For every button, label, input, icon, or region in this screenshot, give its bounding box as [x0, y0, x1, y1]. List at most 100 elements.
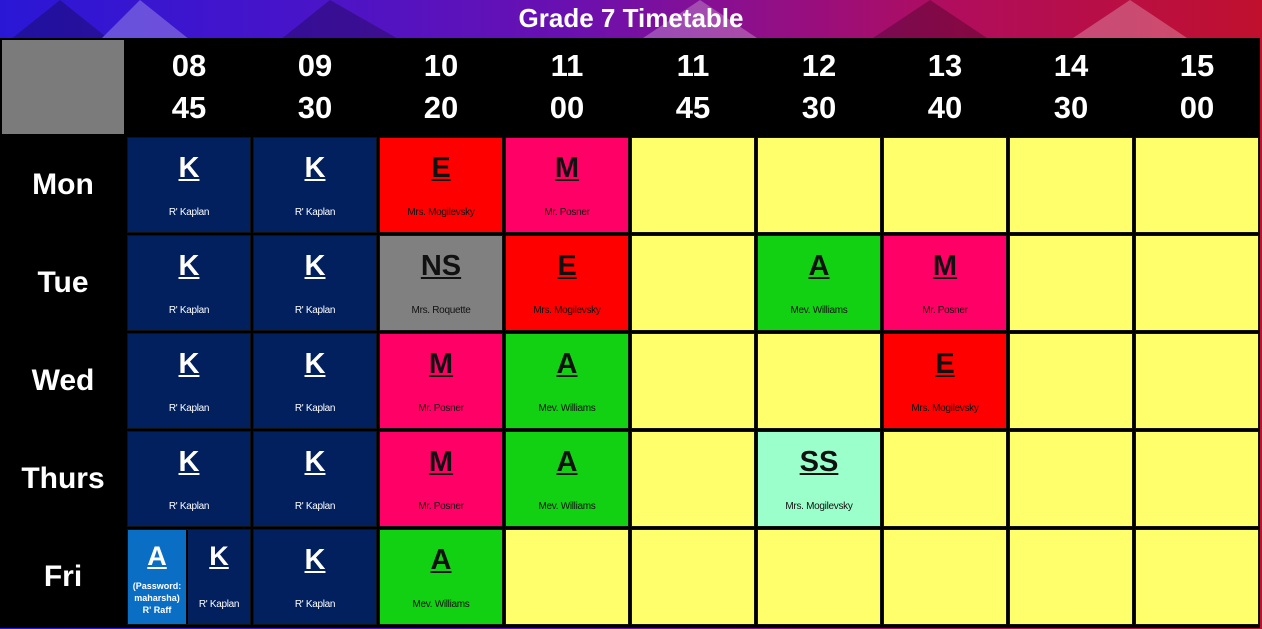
teacher-name: Mr. Posner — [544, 207, 590, 218]
split-lesson-cell[interactable]: A (Password: maharsha) R' Raff K R' Kaplan — [127, 529, 251, 625]
time-hour: 12 — [801, 48, 837, 83]
teacher-name: R' Kaplan — [294, 599, 336, 610]
note-line: R' Raff — [142, 605, 172, 615]
empty-slot[interactable] — [631, 333, 755, 429]
time-header-3: 11 00 — [504, 38, 630, 136]
subject-code: E — [935, 348, 955, 380]
time-header-1: 09 30 — [252, 38, 378, 136]
lesson-cell-wed-2[interactable]: M Mr. Posner — [379, 333, 503, 429]
empty-slot[interactable] — [631, 235, 755, 331]
time-minute: 20 — [423, 90, 459, 125]
lesson-cell-tue-6[interactable]: M Mr. Posner — [883, 235, 1007, 331]
time-hour: 10 — [423, 48, 459, 83]
time-hour: 08 — [171, 48, 207, 83]
time-hour: 09 — [297, 48, 333, 83]
lesson-cell-tue-1[interactable]: K R' Kaplan — [253, 235, 377, 331]
empty-slot[interactable] — [883, 137, 1007, 233]
lesson-cell-wed-0[interactable]: K R' Kaplan — [127, 333, 251, 429]
lesson-cell-thurs-2[interactable]: M Mr. Posner — [379, 431, 503, 527]
subject-code: A — [808, 250, 830, 282]
lesson-cell-wed-3[interactable]: A Mev. Williams — [505, 333, 629, 429]
lesson-cell-fri-1[interactable]: K R' Kaplan — [253, 529, 377, 625]
empty-slot[interactable] — [1135, 235, 1259, 331]
subject-code: K — [209, 541, 229, 571]
time-hour: 14 — [1053, 48, 1089, 83]
subject-code: M — [428, 446, 454, 478]
day-label-fri: Fri — [43, 560, 83, 593]
lesson-cell-thurs-0[interactable]: K R' Kaplan — [127, 431, 251, 527]
empty-slot[interactable] — [1135, 529, 1259, 625]
empty-slot[interactable] — [883, 431, 1007, 527]
empty-slot[interactable] — [1135, 137, 1259, 233]
lesson-cell-tue-2[interactable]: NS Mrs. Roquette — [379, 235, 503, 331]
corner-cell — [2, 40, 124, 134]
subject-code: E — [431, 152, 451, 184]
time-header-6: 13 40 — [882, 38, 1008, 136]
subject-code: K — [304, 544, 326, 576]
empty-slot[interactable] — [1135, 431, 1259, 527]
empty-slot[interactable] — [1135, 333, 1259, 429]
empty-slot[interactable] — [505, 529, 629, 625]
teacher-name: R' Kaplan — [294, 305, 336, 316]
teacher-name: Mrs. Mogilevsky — [533, 305, 601, 316]
time-header-0: 08 45 — [126, 38, 252, 136]
subject-code: M — [554, 152, 580, 184]
time-hour: 15 — [1179, 48, 1215, 83]
lesson-note: (Password: maharsha) R' Raff — [133, 580, 182, 616]
lesson-cell-tue-0[interactable]: K R' Kaplan — [127, 235, 251, 331]
subject-code: M — [428, 348, 454, 380]
subject-code: A — [556, 446, 578, 478]
lesson-cell-mon-2[interactable]: E Mrs. Mogilevsky — [379, 137, 503, 233]
empty-slot[interactable] — [631, 137, 755, 233]
subject-code: K — [304, 250, 326, 282]
time-hour: 11 — [550, 48, 584, 83]
empty-slot[interactable] — [1009, 431, 1133, 527]
lesson-cell-thurs-1[interactable]: K R' Kaplan — [253, 431, 377, 527]
lesson-part-a[interactable]: A (Password: maharsha) R' Raff — [128, 530, 188, 624]
lesson-cell-tue-5[interactable]: A Mev. Williams — [757, 235, 881, 331]
time-header-4: 11 45 — [630, 38, 756, 136]
teacher-name: R' Kaplan — [294, 207, 336, 218]
empty-slot[interactable] — [1009, 235, 1133, 331]
teacher-name: Mrs. Mogilevsky — [407, 207, 475, 218]
empty-slot[interactable] — [757, 333, 881, 429]
empty-slot[interactable] — [631, 529, 755, 625]
time-hour: 13 — [927, 48, 963, 83]
teacher-name: Mr. Posner — [418, 501, 464, 512]
empty-slot[interactable] — [883, 529, 1007, 625]
lesson-cell-thurs-5[interactable]: SS Mrs. Mogilevsky — [757, 431, 881, 527]
lesson-cell-tue-3[interactable]: E Mrs. Mogilevsky — [505, 235, 629, 331]
teacher-name: Mrs. Mogilevsky — [911, 403, 979, 414]
lesson-cell-mon-0[interactable]: K R' Kaplan — [127, 137, 251, 233]
empty-slot[interactable] — [1009, 529, 1133, 625]
lesson-cell-wed-1[interactable]: K R' Kaplan — [253, 333, 377, 429]
lesson-cell-mon-1[interactable]: K R' Kaplan — [253, 137, 377, 233]
time-minute: 30 — [1053, 90, 1089, 125]
subject-code: K — [178, 446, 200, 478]
teacher-name: Mrs. Roquette — [411, 305, 471, 316]
teacher-name: Mrs. Mogilevsky — [785, 501, 853, 512]
lesson-part-k[interactable]: K R' Kaplan — [188, 530, 250, 624]
subject-code: K — [304, 348, 326, 380]
subject-code: A — [430, 544, 452, 576]
empty-slot[interactable] — [757, 529, 881, 625]
subject-code: K — [178, 348, 200, 380]
empty-slot[interactable] — [631, 431, 755, 527]
teacher-name: Mr. Posner — [922, 305, 968, 316]
empty-slot[interactable] — [1009, 333, 1133, 429]
empty-slot[interactable] — [1009, 137, 1133, 233]
note-line: (Password: — [132, 581, 182, 591]
teacher-name: Mev. Williams — [538, 501, 596, 512]
teacher-name: Mr. Posner — [418, 403, 464, 414]
subject-code: K — [304, 446, 326, 478]
lesson-cell-thurs-3[interactable]: A Mev. Williams — [505, 431, 629, 527]
time-minute: 30 — [297, 90, 333, 125]
teacher-name: Mev. Williams — [538, 403, 596, 414]
teacher-name: R' Kaplan — [168, 305, 210, 316]
lesson-cell-fri-2[interactable]: A Mev. Williams — [379, 529, 503, 625]
empty-slot[interactable] — [757, 137, 881, 233]
lesson-cell-wed-6[interactable]: E Mrs. Mogilevsky — [883, 333, 1007, 429]
lesson-cell-mon-3[interactable]: M Mr. Posner — [505, 137, 629, 233]
time-minute: 00 — [549, 90, 585, 125]
subject-code: K — [178, 152, 200, 184]
